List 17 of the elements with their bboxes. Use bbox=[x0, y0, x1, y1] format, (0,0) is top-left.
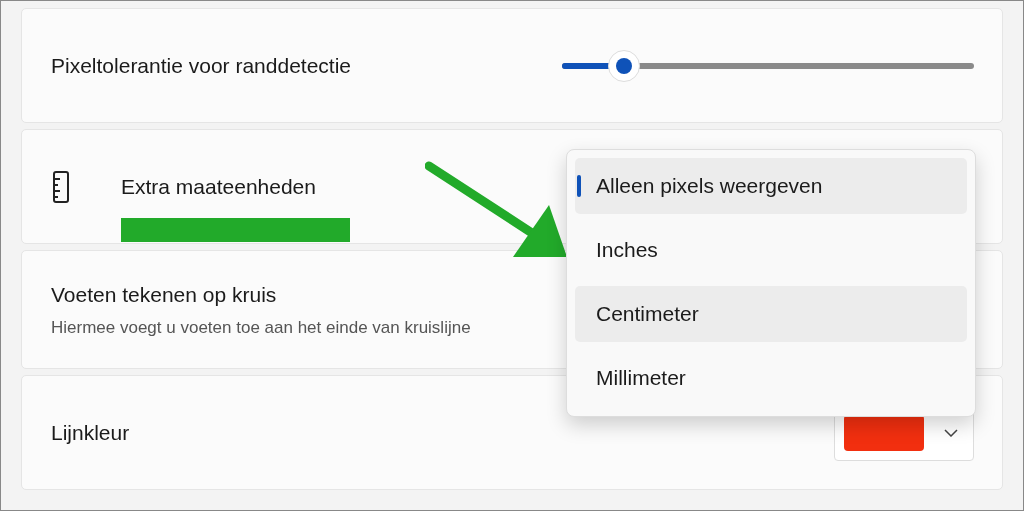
menu-item-label: Millimeter bbox=[596, 365, 686, 392]
setting-description: Hiermee voegt u voeten toe aan het einde van kruislijne bbox=[51, 316, 471, 339]
menu-item[interactable]: Alleen pixels weergeven bbox=[575, 158, 967, 214]
setting-label: Pixeltolerantie voor randdetectie bbox=[51, 52, 351, 79]
setting-label: Voeten tekenen op kruis bbox=[51, 282, 277, 308]
menu-item-label: Centimeter bbox=[596, 301, 699, 328]
ruler-icon bbox=[51, 169, 71, 204]
menu-item[interactable]: Centimeter bbox=[575, 286, 967, 342]
menu-item-label: Inches bbox=[596, 237, 658, 264]
slider-thumb[interactable] bbox=[607, 49, 640, 82]
slider[interactable] bbox=[562, 48, 974, 83]
menu-item[interactable]: Inches bbox=[575, 222, 967, 278]
setting-label: Lijnkleur bbox=[51, 419, 130, 446]
menu-item-label: Alleen pixels weergeven bbox=[596, 173, 823, 200]
menu-item[interactable]: Millimeter bbox=[575, 350, 967, 406]
setting-label: Extra maateenheden bbox=[121, 173, 316, 200]
chevron-down-icon bbox=[944, 428, 958, 437]
